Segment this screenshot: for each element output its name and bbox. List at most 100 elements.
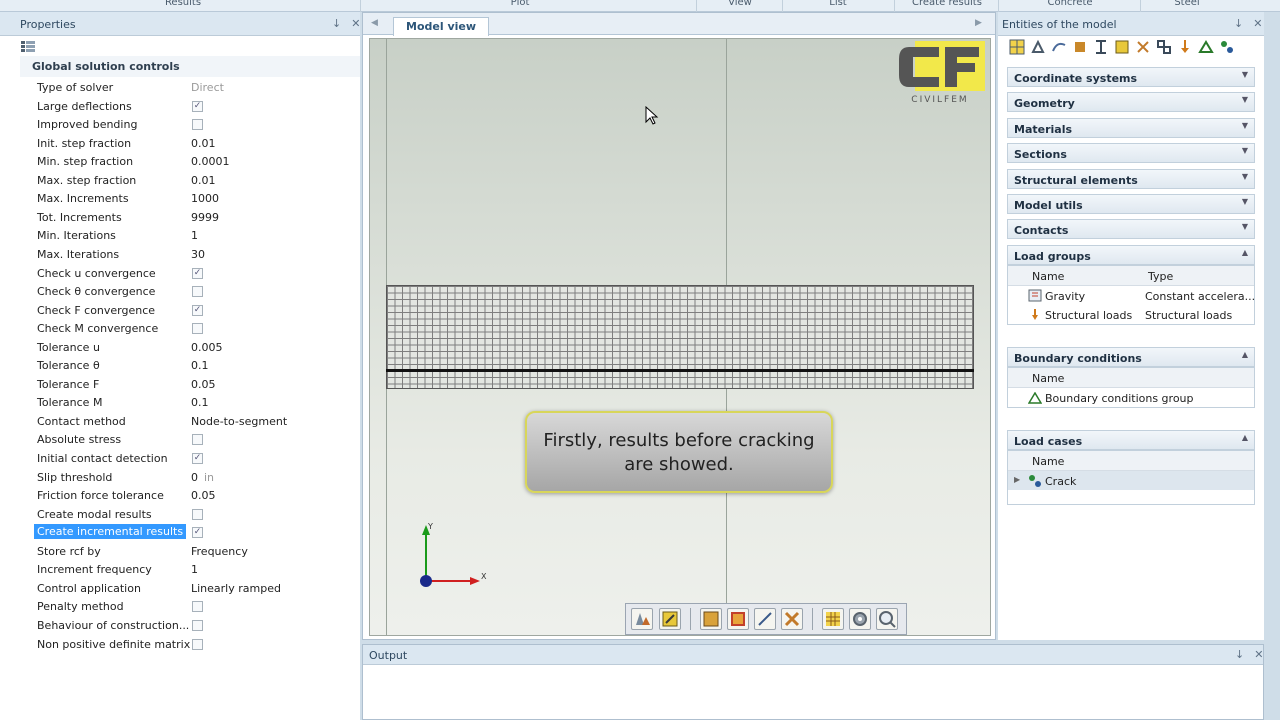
load-icon[interactable] bbox=[1177, 39, 1193, 55]
property-row[interactable]: Absolute stress bbox=[32, 430, 360, 449]
property-row[interactable]: Check M convergence bbox=[32, 319, 360, 338]
property-row[interactable]: Max. Increments 1000 bbox=[32, 189, 360, 208]
property-row[interactable]: Max. step fraction 0.01 bbox=[32, 171, 360, 190]
property-value[interactable]: 0.01 bbox=[191, 137, 216, 150]
categorized-view-icon[interactable] bbox=[20, 40, 36, 54]
group-model-utils[interactable]: Model utils ▼ bbox=[1007, 194, 1255, 214]
property-row[interactable]: Tolerance M 0.1 bbox=[32, 393, 360, 412]
property-row[interactable]: Large deflections ✓ bbox=[32, 97, 360, 116]
group-boundary-conditions[interactable]: Boundary conditions ▲ bbox=[1007, 347, 1255, 367]
element-view-icon[interactable] bbox=[727, 608, 749, 630]
pin-icon[interactable]: ↓ bbox=[1235, 648, 1244, 661]
property-value[interactable]: 0 bbox=[191, 471, 198, 484]
group-contacts[interactable]: Contacts ▼ bbox=[1007, 219, 1255, 240]
volume-icon[interactable] bbox=[1072, 39, 1088, 55]
property-checkbox[interactable]: ✓ bbox=[192, 453, 203, 464]
close-icon[interactable]: ✕ bbox=[1254, 648, 1263, 661]
property-checkbox[interactable] bbox=[192, 619, 203, 631]
curve-icon[interactable] bbox=[1051, 39, 1067, 55]
property-value[interactable]: Node-to-segment bbox=[191, 415, 287, 428]
mesh-icon[interactable] bbox=[822, 608, 844, 630]
group-structural-elements[interactable]: Structural elements ▼ bbox=[1007, 168, 1255, 189]
ribbon-tab-view[interactable]: View bbox=[700, 0, 780, 8]
property-row[interactable]: Penalty method bbox=[32, 597, 360, 616]
property-value[interactable]: 0.005 bbox=[191, 341, 223, 354]
property-checkbox[interactable] bbox=[192, 508, 203, 520]
property-row[interactable]: Tolerance F 0.05 bbox=[32, 375, 360, 394]
expand-arrow-icon[interactable]: ▶ bbox=[1014, 475, 1020, 484]
sections-icon[interactable] bbox=[659, 608, 681, 630]
property-row[interactable]: Check u convergence ✓ bbox=[32, 264, 360, 283]
load-case-icon[interactable] bbox=[1219, 39, 1235, 55]
grid-icon[interactable] bbox=[1009, 39, 1025, 55]
beam-section-icon[interactable] bbox=[1093, 39, 1109, 55]
group-coordinate-systems[interactable]: Coordinate systems ▼ bbox=[1007, 67, 1255, 87]
property-row[interactable]: Behaviour of construction... bbox=[32, 616, 360, 635]
table-row[interactable]: ▶ Crack bbox=[1008, 471, 1254, 490]
property-row[interactable]: Contact method Node-to-segment bbox=[32, 412, 360, 431]
property-value[interactable]: 30 bbox=[191, 248, 205, 261]
tab-scroll-left-icon[interactable]: ◀ bbox=[371, 18, 378, 28]
coordinate-icon[interactable] bbox=[1030, 39, 1046, 55]
contact-icon[interactable] bbox=[1156, 39, 1172, 55]
table-row[interactable]: Gravity Constant accelera... bbox=[1008, 286, 1255, 305]
property-row[interactable]: Min. Iterations 1 bbox=[32, 226, 360, 245]
property-row[interactable]: Friction force tolerance 0.05 bbox=[32, 486, 360, 505]
model-canvas[interactable]: CIVILFEM Firstly, results before crackin… bbox=[369, 38, 991, 636]
property-checkbox[interactable] bbox=[192, 119, 203, 131]
property-row[interactable]: Type of solver Direct bbox=[32, 78, 360, 97]
group-load-groups[interactable]: Load groups ▲ bbox=[1007, 245, 1255, 265]
property-checkbox[interactable]: ✓ bbox=[192, 267, 203, 279]
group-materials[interactable]: Materials ▼ bbox=[1007, 117, 1255, 138]
solid-view-icon[interactable] bbox=[700, 608, 722, 630]
table-row[interactable]: Boundary conditions group bbox=[1008, 388, 1254, 407]
property-row[interactable]: Control application Linearly ramped bbox=[32, 579, 360, 598]
property-row[interactable]: Non positive definite matrix bbox=[32, 635, 360, 654]
close-icon[interactable]: ✕ bbox=[351, 17, 360, 30]
property-row[interactable]: Slip threshold 0 in bbox=[32, 468, 360, 487]
property-row[interactable]: Max. Iterations 30 bbox=[32, 245, 360, 264]
property-value[interactable]: Direct bbox=[191, 81, 224, 94]
property-checkbox[interactable]: ✓ bbox=[192, 100, 203, 112]
group-geometry[interactable]: Geometry ▼ bbox=[1007, 92, 1255, 113]
property-checkbox[interactable] bbox=[192, 434, 203, 446]
property-value[interactable]: Frequency bbox=[191, 545, 248, 558]
tab-scroll-right-icon[interactable]: ▶ bbox=[975, 18, 982, 28]
group-sections[interactable]: Sections ▼ bbox=[1007, 143, 1255, 164]
col-name[interactable]: Name bbox=[1032, 455, 1064, 468]
property-value[interactable]: 0.05 bbox=[191, 378, 216, 391]
pin-icon[interactable]: ↓ bbox=[332, 17, 341, 30]
ribbon-tab-plot[interactable]: Plot bbox=[460, 0, 580, 8]
property-row[interactable]: Create modal results bbox=[32, 505, 360, 524]
tools-icon[interactable] bbox=[1135, 39, 1151, 55]
zoom-mesh-icon[interactable] bbox=[876, 608, 898, 630]
tab-model-view[interactable]: Model view bbox=[393, 17, 490, 36]
property-checkbox[interactable] bbox=[192, 323, 203, 335]
property-checkbox[interactable]: ✓ bbox=[192, 304, 203, 316]
property-value[interactable]: 9999 bbox=[191, 211, 219, 224]
property-value[interactable]: 1000 bbox=[191, 192, 219, 205]
ribbon-tab-create-results[interactable]: Create results bbox=[900, 0, 994, 8]
property-row[interactable]: Tot. Increments 9999 bbox=[32, 208, 360, 227]
property-checkbox[interactable] bbox=[192, 638, 203, 650]
pin-icon[interactable]: ↓ bbox=[1234, 17, 1243, 30]
materials-icon[interactable] bbox=[631, 608, 653, 630]
property-row[interactable]: Check F convergence ✓ bbox=[32, 301, 360, 320]
property-value[interactable]: 1 bbox=[191, 563, 198, 576]
property-row[interactable]: Improved bending bbox=[32, 115, 360, 134]
group-load-cases[interactable]: Load cases ▲ bbox=[1007, 430, 1255, 450]
property-row[interactable]: Store rcf by Frequency bbox=[32, 542, 360, 561]
property-row[interactable]: Increment frequency 1 bbox=[32, 560, 360, 579]
tools-icon[interactable] bbox=[781, 608, 803, 630]
ribbon-tab-results[interactable]: Results bbox=[120, 0, 246, 8]
col-name[interactable]: Name bbox=[1032, 270, 1064, 283]
property-row[interactable]: Min. step fraction 0.0001 bbox=[32, 152, 360, 171]
property-checkbox[interactable] bbox=[192, 286, 203, 298]
table-row[interactable]: Structural loads Structural loads bbox=[1008, 305, 1254, 324]
property-value[interactable]: 1 bbox=[191, 229, 198, 242]
property-checkbox[interactable]: ✓ bbox=[192, 527, 203, 539]
ribbon-tab-concrete[interactable]: Concrete bbox=[1020, 0, 1120, 8]
col-type[interactable]: Type bbox=[1148, 270, 1173, 283]
property-value[interactable]: 0.01 bbox=[191, 174, 216, 187]
property-checkbox[interactable] bbox=[192, 601, 203, 613]
